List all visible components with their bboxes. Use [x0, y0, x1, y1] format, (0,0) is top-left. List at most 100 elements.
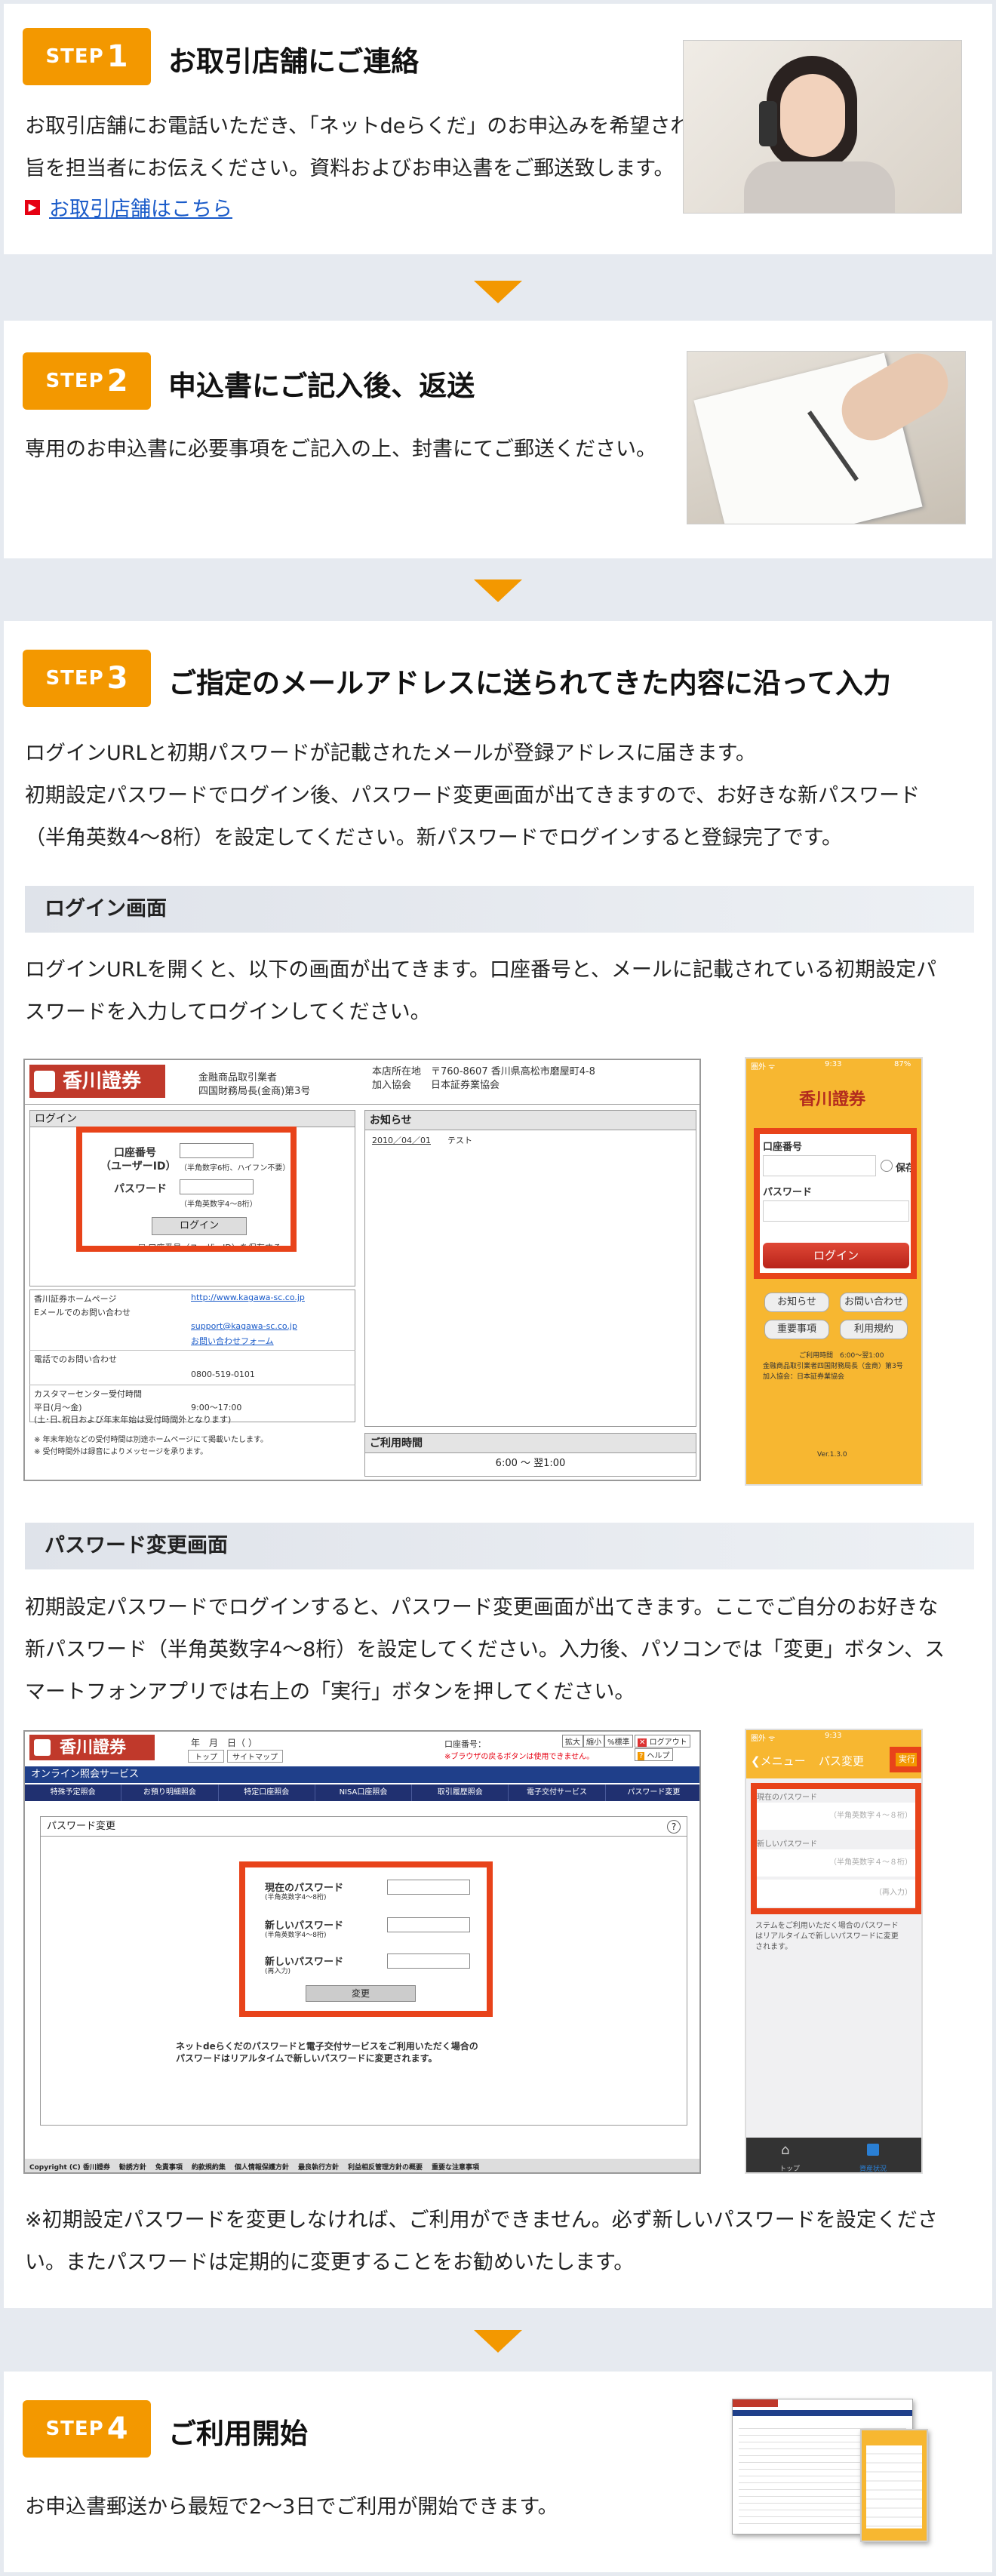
nav-item[interactable]: 特殊予定照会: [25, 1784, 122, 1801]
app-inquiry-button[interactable]: お問い合わせ: [840, 1293, 908, 1312]
down-arrow-icon: [474, 281, 522, 303]
cc-hours: 9:00～17:00: [191, 1403, 242, 1412]
store-link[interactable]: ▶ お取引店舗はこちら: [25, 192, 232, 222]
nav-item[interactable]: パスワード変更: [606, 1784, 699, 1801]
step3-badge: STEP 3: [23, 650, 151, 707]
cc-hours-label: 平日(月～金): [34, 1403, 82, 1412]
footer-link[interactable]: 利益相反管理方針の概要: [348, 2162, 423, 2172]
footer-link[interactable]: 約款規約集: [192, 2162, 226, 2172]
sitemap-link[interactable]: サイトマップ: [227, 1750, 283, 1763]
nav-item[interactable]: 特定口座照会: [219, 1784, 315, 1801]
footer-link[interactable]: 免責事項: [155, 2162, 183, 2172]
step-word: STEP: [45, 2418, 104, 2440]
pw-note2: パスワードはリアルタイムで新しいパスワードに変更されます。: [176, 2053, 438, 2064]
app-password-highlight: [751, 1783, 921, 1914]
brand-mark-icon: [34, 1739, 51, 1756]
main-nav: 特殊予定照会 お預り明細照会 特定口座照会 NISA口座照会 取引履歴照会 電子交付サービ…: [25, 1784, 699, 1801]
step3-text-line3: （半角英数4～8桁）を設定してください。新パスワードでログインすると登録完了です…: [25, 826, 843, 850]
status-carrier: 圏外 ᯤ: [751, 1735, 776, 1743]
app-note2: はリアルタイムで新しいパスワードに変更: [755, 1932, 899, 1941]
nav-item[interactable]: 電子交付サービス: [509, 1784, 606, 1801]
status-time: 9:33: [825, 1732, 842, 1740]
usage-tab: ご利用時間: [365, 1434, 696, 1453]
logout-button[interactable]: ✕ ログアウト: [635, 1735, 690, 1748]
nav-item[interactable]: NISA口座照会: [315, 1784, 413, 1801]
zoom-out-button[interactable]: 縮小: [583, 1735, 604, 1748]
nav-item[interactable]: 取引履歴照会: [412, 1784, 509, 1801]
login-tab: ログイン: [30, 1111, 355, 1127]
panel-title: パスワード変更: [41, 1817, 687, 1837]
asset-icon[interactable]: [867, 2144, 879, 2156]
footer-link: Copyright (C) 香川證券: [29, 2163, 110, 2172]
contact-form-link[interactable]: お問い合わせフォーム: [191, 1335, 274, 1347]
news-date[interactable]: 2010／04／01: [372, 1134, 431, 1146]
step-number: 1: [106, 39, 128, 74]
password-pc-screenshot: 香川證券 年 月 日（ ） トップ サイトマップ 口座番号： ※ブラウザの戻るボ…: [23, 1730, 701, 2174]
login-app-screenshot: 圏外 ᯤ 9:33 87% 香川證券 口座番号 保存 パスワード ログイン お知…: [745, 1057, 923, 1486]
step4-badge: STEP 4: [23, 2400, 151, 2458]
back-button[interactable]: ❮メニュー: [751, 1753, 806, 1769]
nav-item[interactable]: お預り明細照会: [121, 1784, 219, 1801]
step2-title: 申込書にご記入後、返送: [168, 370, 475, 402]
hp-link[interactable]: http://www.kagawa-sc.co.jp: [191, 1293, 305, 1302]
usage-time: 6:00 ～ 翌1:00: [495, 1458, 566, 1469]
top-link[interactable]: トップ: [188, 1750, 224, 1763]
help-label: ヘルプ: [647, 1752, 670, 1760]
service-screens-image: [732, 2399, 928, 2542]
note-line1: ※初期設定パスワードを変更しなければ、ご利用ができません。必ず新しいパスワードを…: [25, 2209, 938, 2232]
tab-asset[interactable]: 資産状況: [859, 2163, 887, 2172]
app-news-button[interactable]: お知らせ: [764, 1293, 829, 1312]
step1-text-line2: 旨を担当者にお伝えください。資料およびお申込書をご郵送致します。: [25, 157, 675, 180]
tab-top[interactable]: トップ: [779, 2163, 800, 2172]
chevron-left-icon: ❮: [751, 1754, 761, 1768]
login-text-line2: スワードを入力してログインしてください。: [25, 1001, 431, 1024]
down-arrow-icon: [474, 579, 522, 602]
browser-note: ※ブラウザの戻るボタンは使用できません。: [444, 1753, 595, 1761]
address-line: 本店所在地 〒760-8607 香川県高松市磨屋町4-8: [372, 1066, 595, 1077]
step3-panel: STEP 3 ご指定のメールアドレスに送られてきた内容に沿って入力 ログインURL…: [0, 617, 996, 2312]
app-version: Ver.1.3.0: [817, 1451, 847, 1459]
help-button[interactable]: ? ヘルプ: [635, 1748, 673, 1761]
phone-call-photo: [683, 40, 962, 214]
home-icon[interactable]: ⌂: [781, 2142, 789, 2158]
app-login-highlight: [754, 1128, 917, 1279]
footer-link[interactable]: 個人情報保護方針: [235, 2162, 289, 2172]
footer-link[interactable]: 重要な注意事項: [432, 2162, 479, 2172]
footnote1: ※ 年末年始などの受付時間は別途ホームページにて掲載いたします。: [34, 1436, 269, 1444]
brand-mark-icon: [34, 1071, 55, 1092]
pw-text-line3: マートフォンアプリでは右上の「実行」ボタンを押してください。: [25, 1680, 635, 1704]
help-icon: ?: [638, 1752, 645, 1760]
status-carrier: 圏外 ᯤ: [751, 1063, 776, 1071]
app-association: 加入協会：日本証券業協会: [763, 1373, 845, 1381]
tel-number: 0800-519-0101: [191, 1369, 255, 1379]
arrow-icon: ▶: [25, 199, 40, 215]
usage-box: ご利用時間 6:00 ～ 翌1:00: [364, 1433, 696, 1477]
footer-link[interactable]: 勧誘方針: [119, 2162, 146, 2172]
app-important-button[interactable]: 重要事項: [764, 1320, 829, 1339]
close-icon: ✕: [638, 1738, 647, 1747]
pw-text-line1: 初期設定パスワードでログインすると、パスワード変更画面が出てきます。ここでご自分…: [25, 1596, 939, 1619]
status-time: 9:33: [825, 1060, 842, 1068]
mail-link[interactable]: support@kagawa-sc.co.jp: [191, 1321, 297, 1331]
footnote2: ※ 受付時間外は録音によりメッセージを承ります。: [34, 1448, 208, 1456]
app-brand-logo: 香川證券: [799, 1090, 866, 1109]
step3-title: ご指定のメールアドレスに送られてきた内容に沿って入力: [168, 667, 891, 699]
zoom-reset-button[interactable]: %標準: [604, 1735, 633, 1748]
app-screen-thumb: [860, 2429, 928, 2542]
zoom-in-button[interactable]: 拡大: [562, 1735, 583, 1748]
login-text-line1: ログインURLを開くと、以下の画面が出てきます。口座番号と、メールに記載されてい…: [25, 958, 937, 982]
registration-line2: 四国財務局長(金商)第3号: [198, 1086, 311, 1097]
step-number: 2: [106, 364, 128, 398]
step2-panel: STEP 2 申込書にご記入後、返送 専用のお申込書に必要事項をご記入の上、封書に…: [0, 317, 996, 562]
step1-text-line1: お取引店舗にお電話いただき、「ネットdeらくだ」のお申込みを希望される: [25, 115, 712, 138]
footer-links: Copyright (C) 香川證券 勧誘方針 免責事項 約款規約集 個人情報保護方針最…: [25, 2159, 699, 2172]
panel-help-icon[interactable]: ?: [667, 1820, 681, 1834]
login-highlight: [76, 1127, 297, 1252]
step-word: STEP: [45, 667, 104, 690]
news-text: テスト: [447, 1136, 472, 1145]
app-terms-button[interactable]: 利用規約: [840, 1320, 908, 1339]
pw-text-line2: 新パスワード（半角英数字4～8桁）を設定してください。入力後、パソコンでは「変更…: [25, 1638, 945, 1661]
execute-highlight: [890, 1747, 921, 1772]
store-link-label[interactable]: お取引店舗はこちら: [49, 192, 232, 222]
footer-link[interactable]: 最良執行方針: [298, 2162, 339, 2172]
